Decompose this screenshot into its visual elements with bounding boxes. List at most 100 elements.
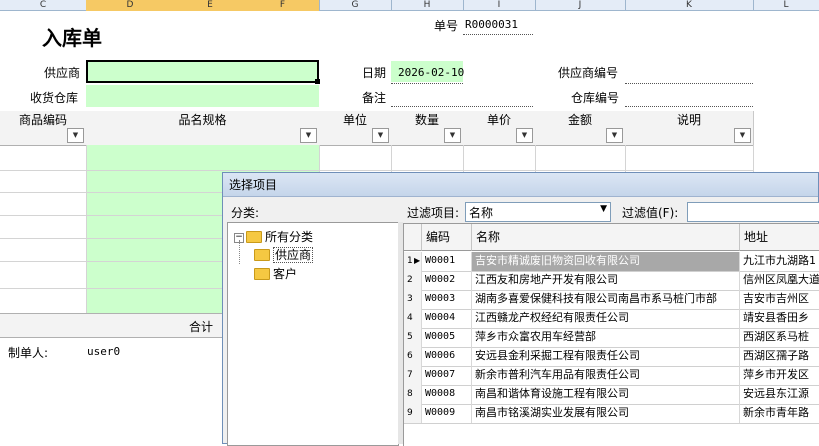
column-header-e[interactable]: E [174, 0, 247, 11]
grid-line [0, 170, 753, 171]
grid-header-name[interactable]: 名称 [472, 224, 740, 251]
tree-node-supplier-label: 供应商 [273, 247, 314, 263]
filter-dropdown-icon[interactable]: ▼ [67, 128, 84, 143]
maker-label: 制单人: [8, 346, 49, 360]
filter-value-input[interactable] [687, 202, 819, 222]
cell-code: W0002 [422, 271, 472, 290]
row-number: 2 [404, 271, 422, 290]
cell-address: 信州区凤凰大道 [740, 271, 819, 290]
row-number: 9 [404, 404, 422, 423]
filter-dropdown-icon[interactable]: ▼ [516, 128, 533, 143]
chevron-down-icon[interactable]: ▼ [600, 204, 607, 214]
supplier-input[interactable] [86, 60, 319, 83]
row-number: 7 [404, 366, 422, 385]
category-label: 分类: [231, 206, 260, 220]
cell-address: 九江市九湖路1 [740, 252, 819, 271]
column-header-c[interactable]: C [0, 0, 87, 11]
col-unit-label: 单位 [342, 113, 367, 127]
table-row[interactable]: 3 W0003 湖南多喜爱保健科技有限公司南昌市系马桩门市部 吉安市吉州区 [404, 290, 819, 310]
form-title: 入库单 [42, 26, 102, 50]
cell-address: 吉安市吉州区 [740, 290, 819, 309]
row-number: 5 [404, 328, 422, 347]
column-header-d[interactable]: D [86, 0, 175, 11]
table-row[interactable]: 4 W0004 江西赣龙产权经纪有限责任公司 靖安县香田乡 [404, 309, 819, 329]
remark-underline[interactable] [391, 106, 533, 107]
table-row[interactable]: 7 W0007 新余市普利汽车用品有限责任公司 萍乡市开发区 [404, 366, 819, 386]
column-header-l[interactable]: L [753, 0, 819, 11]
folder-icon [254, 267, 270, 280]
cell-code: W0003 [422, 290, 472, 309]
maker-value: user0 [87, 345, 121, 358]
cell-name: 新余市普利汽车用品有限责任公司 [472, 366, 740, 385]
filter-dropdown-icon[interactable]: ▼ [606, 128, 623, 143]
table-row[interactable]: 2 W0002 江西友和房地产开发有限公司 信州区凤凰大道 [404, 271, 819, 291]
tree-line [239, 240, 240, 264]
warehouse-code-label: 仓库编号 [571, 91, 620, 105]
filter-item-select[interactable]: 名称 ▼ [465, 202, 611, 222]
table-row[interactable]: 6 W0006 安远县金利采掘工程有限责任公司 西湖区孺子路 [404, 347, 819, 367]
cell-name: 安远县金利采掘工程有限责任公司 [472, 347, 740, 366]
supplier-code-label: 供应商编号 [558, 66, 619, 80]
col-product-spec: 品名规格 ▼ [86, 111, 320, 146]
tree-node-root-label: 所有分类 [265, 230, 314, 244]
date-underline [391, 83, 463, 84]
filter-item-value: 名称 [469, 206, 494, 220]
dialog-title[interactable]: 选择项目 [223, 173, 818, 197]
filter-dropdown-icon[interactable]: ▼ [734, 128, 751, 143]
filter-item-label: 过滤项目: [407, 206, 460, 220]
cell-address: 新余市青年路 [740, 404, 819, 423]
grid-header-address[interactable]: 地址 [740, 224, 819, 251]
grid-header-code[interactable]: 编码 [422, 224, 472, 251]
filter-value-label: 过滤值(F): [622, 206, 679, 220]
warehouse-label: 收货仓库 [30, 91, 79, 105]
supplier-code-underline[interactable] [625, 83, 753, 84]
filter-dropdown-icon[interactable]: ▼ [372, 128, 389, 143]
cell-address: 西湖区系马桩 [740, 328, 819, 347]
order-no-underline [463, 34, 533, 35]
category-tree: − 所有分类 供应商 客户 [227, 222, 399, 446]
warehouse-code-underline[interactable] [625, 106, 753, 107]
table-row[interactable]: 9 W0009 南昌市铭溪湖实业发展有限公司 新余市青年路 [404, 404, 819, 424]
col-note-label: 说明 [676, 113, 701, 127]
table-row[interactable]: 5 W0005 萍乡市众富农用车经营部 西湖区系马桩 [404, 328, 819, 348]
grid-row-header [404, 224, 422, 251]
cell-code: W0004 [422, 309, 472, 328]
column-header-j[interactable]: J [535, 0, 626, 11]
col-unit-price-label: 单价 [486, 113, 511, 127]
column-header-k[interactable]: K [625, 0, 754, 11]
table-row[interactable]: 8 W0008 南昌和谐体育设施工程有限公司 安远县东江源 [404, 385, 819, 405]
row-pointer-icon: ▶ [414, 256, 421, 265]
column-header-g[interactable]: G [319, 0, 392, 11]
warehouse-input[interactable] [86, 85, 319, 107]
total-label: 合计 [189, 320, 214, 334]
tree-node-root[interactable]: − 所有分类 [234, 228, 313, 245]
col-note: 说明 ▼ [625, 111, 754, 146]
column-header-h[interactable]: H [391, 0, 464, 11]
col-item-code-label: 商品编码 [18, 113, 67, 127]
cell-address: 萍乡市开发区 [740, 366, 819, 385]
cell-code: W0001 [422, 252, 472, 271]
cell-address: 安远县东江源 [740, 385, 819, 404]
tree-node-supplier[interactable]: 供应商 [254, 246, 314, 263]
tree-node-customer-label: 客户 [273, 267, 298, 281]
date-label: 日期 [362, 66, 387, 80]
cell-name: 江西赣龙产权经纪有限责任公司 [472, 309, 740, 328]
col-quantity: 数量 ▼ [391, 111, 464, 146]
filter-dropdown-icon[interactable]: ▼ [444, 128, 461, 143]
col-unit: 单位 ▼ [319, 111, 392, 146]
cell-code: W0009 [422, 404, 472, 423]
column-header-f[interactable]: F [246, 0, 320, 11]
row-number: 4 [404, 309, 422, 328]
order-no-label: 单号 [434, 19, 459, 33]
tree-node-customer[interactable]: 客户 [254, 265, 297, 282]
table-row[interactable]: 1 W0001 吉安市精诚废旧物资回收有限公司 九江市九湖路1 ▶ [404, 252, 819, 272]
supplier-label: 供应商 [44, 66, 81, 80]
remark-label: 备注 [362, 91, 387, 105]
row-number: 6 [404, 347, 422, 366]
cell-code: W0005 [422, 328, 472, 347]
column-header-i[interactable]: I [463, 0, 536, 11]
fill-handle[interactable] [315, 79, 320, 84]
date-value: 2026-02-10 [398, 66, 465, 79]
cell-name: 萍乡市众富农用车经营部 [472, 328, 740, 347]
filter-dropdown-icon[interactable]: ▼ [300, 128, 317, 143]
